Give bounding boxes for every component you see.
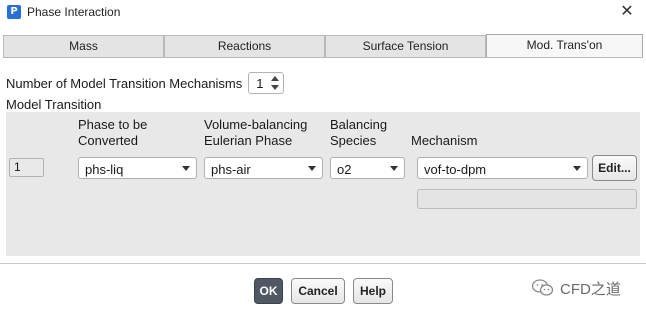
- tab-mass[interactable]: Mass: [3, 35, 164, 57]
- column-phase-line2: Converted: [78, 133, 138, 148]
- mechanism-count-label: Number of Model Transition Mechanisms: [6, 75, 243, 91]
- column-species-line2: Species: [330, 133, 377, 148]
- column-volume-line2: Eulerian Phase: [204, 133, 293, 148]
- edit-button[interactable]: Edit...: [592, 155, 637, 181]
- window-title: Phase Interaction: [27, 5, 121, 19]
- species-dropdown-value: o2: [337, 162, 352, 177]
- column-volume-phase-header: Volume-balancing Eulerian Phase: [204, 117, 307, 149]
- mechanism-count-row: Number of Model Transition Mechanisms 1: [6, 72, 285, 94]
- help-button[interactable]: Help: [353, 278, 393, 304]
- row-index: 1: [9, 158, 44, 177]
- column-species-header: Balancing Species: [330, 117, 387, 149]
- tab-reactions[interactable]: Reactions: [164, 35, 325, 57]
- section-title: Model Transition: [6, 97, 102, 112]
- spinner-arrows[interactable]: [270, 75, 280, 91]
- title-bar: P Phase Interaction ✕: [0, 0, 646, 26]
- tab-surface-tension[interactable]: Surface Tension: [325, 35, 486, 57]
- tab-bar: Mass Reactions Surface Tension Mod. Tran…: [3, 34, 643, 57]
- mechanism-count-spinner[interactable]: 1: [248, 72, 285, 94]
- column-volume-line1: Volume-balancing: [204, 117, 308, 132]
- column-mechanism-header: Mechanism: [411, 133, 478, 148]
- app-icon: P: [7, 5, 21, 19]
- column-species-line1: Balancing: [330, 117, 388, 132]
- footer-divider: [0, 263, 646, 264]
- mechanism-dropdown[interactable]: vof-to-dpm: [417, 157, 588, 179]
- column-phase-header: Phase to be Converted: [78, 117, 147, 149]
- tab-mod-transition[interactable]: Mod. Trans'on: [486, 34, 643, 57]
- mechanism-dropdown-value: vof-to-dpm: [424, 162, 487, 177]
- volume-phase-dropdown-value: phs-air: [211, 162, 251, 177]
- mechanism-count-value[interactable]: 1: [256, 76, 263, 91]
- phase-dropdown-value: phs-liq: [85, 162, 124, 177]
- column-phase-line1: Phase to be: [78, 117, 148, 132]
- tab-divider: [3, 57, 643, 58]
- watermark: CFD之道: [531, 278, 621, 298]
- mechanism-detail-field: [417, 189, 637, 209]
- close-icon[interactable]: ✕: [618, 3, 636, 21]
- ok-button[interactable]: OK: [254, 278, 283, 304]
- chevron-down-icon: [390, 166, 398, 171]
- phase-dropdown[interactable]: phs-liq: [78, 157, 197, 179]
- wechat-icon: [531, 279, 554, 297]
- species-dropdown[interactable]: o2: [330, 157, 405, 179]
- spinner-up-icon[interactable]: [271, 76, 280, 81]
- cancel-button[interactable]: Cancel: [291, 278, 345, 304]
- watermark-text: CFD之道: [560, 280, 621, 298]
- chevron-down-icon: [308, 166, 316, 171]
- spinner-down-icon[interactable]: [271, 85, 280, 90]
- chevron-down-icon: [573, 166, 581, 171]
- chevron-down-icon: [182, 166, 190, 171]
- volume-phase-dropdown[interactable]: phs-air: [204, 157, 323, 179]
